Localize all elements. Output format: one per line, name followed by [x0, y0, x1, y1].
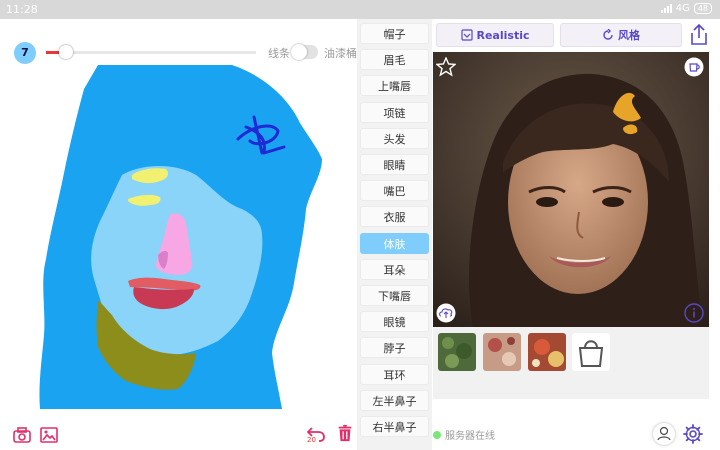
- battery-icon: 48: [693, 3, 712, 14]
- trash-icon[interactable]: [335, 424, 355, 442]
- fill-mode-toggle[interactable]: [291, 44, 318, 60]
- brush-size-slider[interactable]: [46, 45, 256, 59]
- shopping-bag-icon[interactable]: [572, 333, 610, 371]
- style-thumbnail-3[interactable]: [528, 333, 566, 371]
- server-status: 服务器在线: [433, 427, 495, 442]
- category-button[interactable]: 耳环: [360, 363, 429, 385]
- category-button[interactable]: 右半鼻子: [360, 416, 429, 437]
- server-status-text: 服务器在线: [445, 431, 495, 442]
- category-button[interactable]: 耳朵: [360, 258, 429, 280]
- fill-mode-label: 油漆桶: [324, 47, 357, 60]
- generated-portrait-image: [433, 52, 709, 327]
- drawing-canvas[interactable]: [0, 63, 357, 415]
- brush-size-badge[interactable]: 7: [14, 42, 36, 64]
- category-button[interactable]: 项链: [360, 101, 429, 123]
- drawing-panel: 7 线条 油漆桶 20: [0, 19, 357, 450]
- line-mode-label: 线条: [268, 47, 290, 60]
- category-button[interactable]: 帽子: [360, 23, 429, 44]
- category-button[interactable]: 左半鼻子: [360, 389, 429, 411]
- category-button[interactable]: 下嘴唇: [360, 285, 429, 306]
- category-button[interactable]: 嘴巴: [360, 180, 429, 202]
- status-indicators: 4G 48: [660, 3, 712, 14]
- style-thumbnail-1[interactable]: [438, 333, 476, 371]
- style-thumbnails: [433, 327, 709, 399]
- info-icon[interactable]: [684, 303, 704, 323]
- star-icon[interactable]: [436, 57, 456, 77]
- category-button[interactable]: 体肤: [360, 232, 429, 254]
- category-button[interactable]: 头发: [360, 127, 429, 149]
- network-type: 4G: [675, 3, 690, 14]
- status-time: 11:28: [6, 3, 38, 16]
- category-button[interactable]: 上嘴唇: [360, 75, 429, 97]
- category-button[interactable]: 脖子: [360, 337, 429, 359]
- result-panel: Realistic 风格 服务器在线: [432, 19, 720, 450]
- style-thumbnail-2[interactable]: [483, 333, 521, 371]
- category-button[interactable]: 眼镜: [360, 311, 429, 333]
- category-button[interactable]: 衣服: [360, 206, 429, 228]
- online-status-dot: [433, 430, 441, 439]
- gallery-icon[interactable]: [39, 426, 59, 444]
- camera-icon[interactable]: [12, 426, 32, 444]
- realistic-label: Realistic: [476, 28, 530, 42]
- brush-size-slider-fill: [46, 51, 59, 54]
- toggle-knob: [291, 44, 307, 60]
- style-label: 风格: [618, 29, 640, 42]
- style-button[interactable]: 风格: [560, 23, 682, 47]
- category-list: 帽子眉毛上嘴唇项链头发眼睛嘴巴衣服体肤耳朵下嘴唇眼镜脖子耳环左半鼻子右半鼻子: [357, 19, 432, 450]
- realistic-icon: [460, 29, 473, 41]
- category-button[interactable]: 眼睛: [360, 154, 429, 175]
- profile-icon[interactable]: [653, 423, 675, 445]
- undo-count: 20: [307, 436, 316, 444]
- upload-icon[interactable]: [436, 303, 456, 323]
- share-icon[interactable]: [687, 22, 711, 48]
- settings-gear-icon[interactable]: [682, 423, 704, 445]
- brush-size-slider-thumb[interactable]: [58, 45, 73, 59]
- realistic-button[interactable]: Realistic: [436, 23, 554, 47]
- category-button[interactable]: 眉毛: [360, 49, 429, 71]
- status-bar: 11:28 4G 48: [0, 0, 720, 19]
- refresh-icon: [603, 29, 613, 40]
- signal-icon: [660, 4, 672, 13]
- cup-icon[interactable]: [684, 57, 704, 77]
